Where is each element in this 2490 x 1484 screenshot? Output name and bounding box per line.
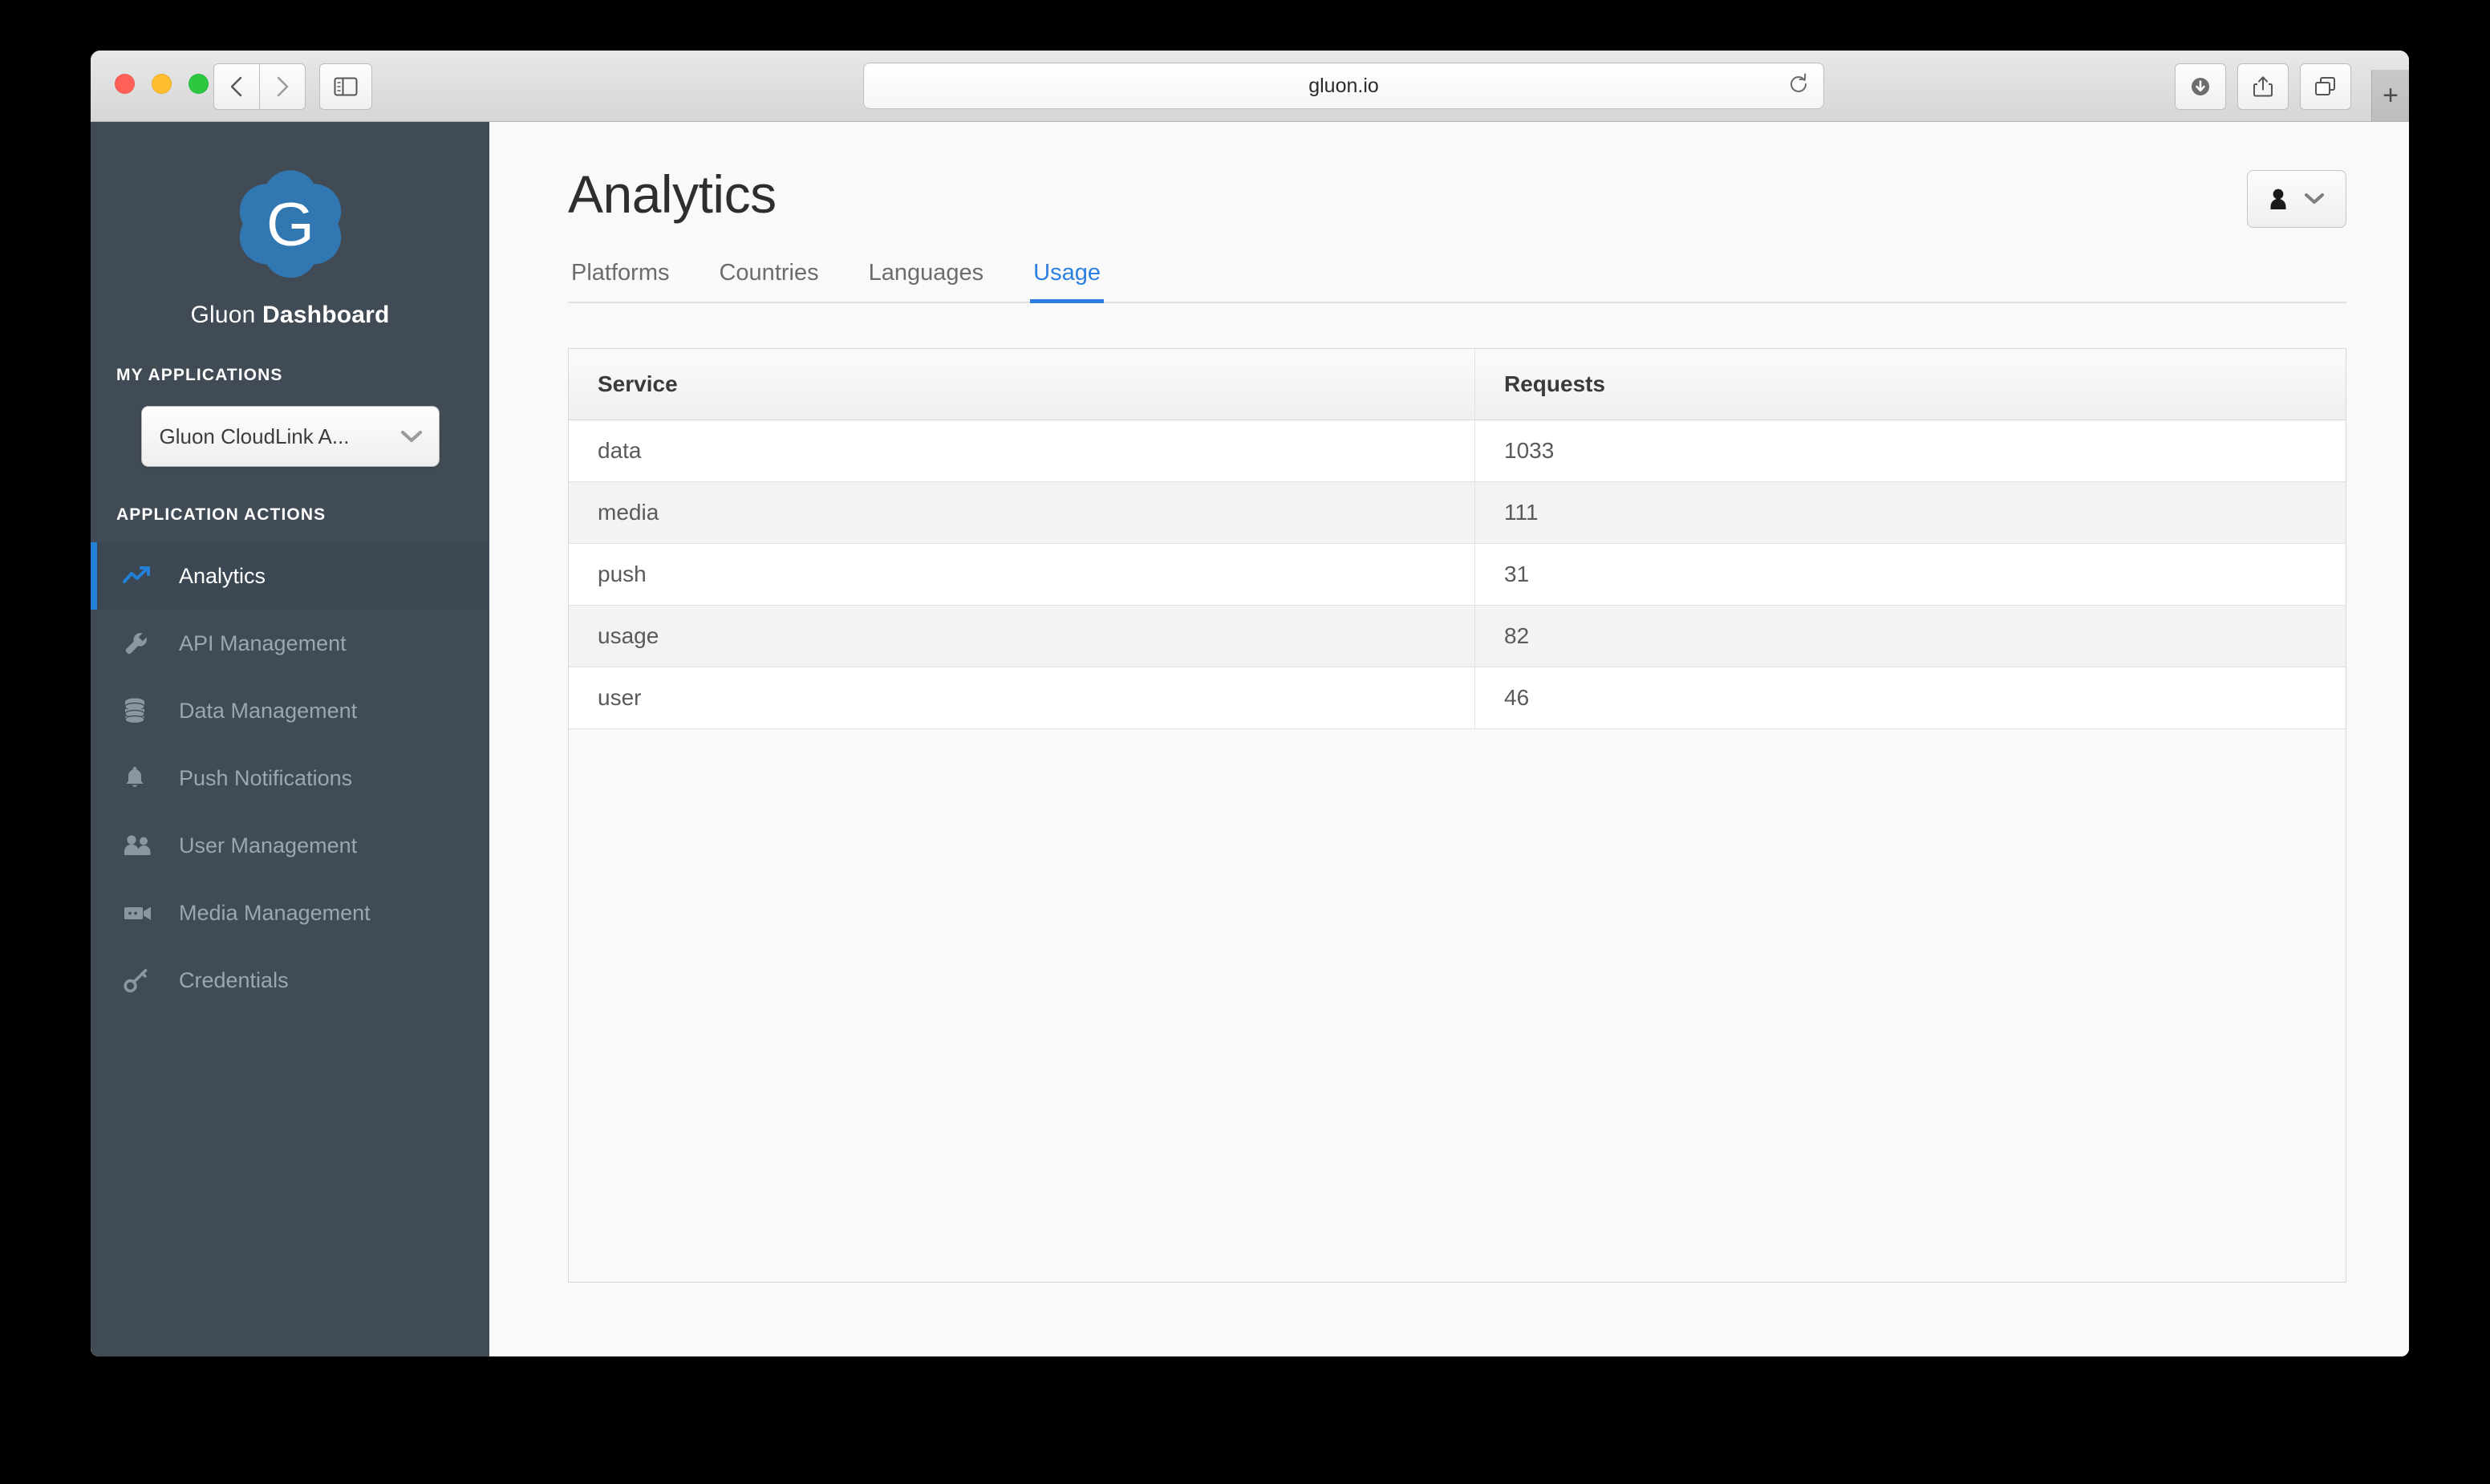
cell-service: user <box>569 667 1475 729</box>
reload-button[interactable] <box>1788 73 1809 99</box>
sidebar-item-label: Credentials <box>179 967 289 992</box>
sidebar-item-label: Analytics <box>179 563 266 588</box>
sidebar-toggle-wrapper <box>319 63 372 110</box>
key-icon <box>123 967 163 994</box>
downloads-button[interactable] <box>2175 63 2226 110</box>
cell-service: data <box>569 420 1475 482</box>
cell-requests: 111 <box>1474 481 2346 544</box>
table-row[interactable]: media 111 <box>569 481 2346 544</box>
gluon-logo: G <box>229 160 352 284</box>
sidebar-item-label: API Management <box>179 630 347 655</box>
application-select-value: Gluon CloudLink A... <box>159 424 350 448</box>
reload-icon <box>1790 73 1807 92</box>
downloads-icon <box>2192 78 2209 95</box>
brand-title-bold: Dashboard <box>262 302 390 328</box>
chevron-down-icon <box>400 430 422 443</box>
chevron-down-icon <box>2305 193 2324 204</box>
cell-requests: 1033 <box>1474 420 2346 482</box>
page-body: G Gluon Dashboard MY APPLICATIONS Gluon … <box>91 122 2409 1356</box>
column-header-service[interactable]: Service <box>569 349 1475 420</box>
cell-requests: 82 <box>1474 605 2346 667</box>
cell-service: push <box>569 543 1475 606</box>
tab-languages[interactable]: Languages <box>866 260 987 303</box>
usage-table-body: data 1033 media 111 push 31 usage 82 use… <box>569 420 2346 729</box>
chevron-left-icon <box>230 76 242 97</box>
analytics-tabs: Platforms Countries Languages Usage <box>568 260 2346 303</box>
table-row[interactable]: user 46 <box>569 667 2346 729</box>
navigation-buttons <box>213 63 306 110</box>
sidebar-toggle-icon <box>334 77 358 96</box>
sidebar-item-label: Data Management <box>179 698 358 723</box>
column-header-requests[interactable]: Requests <box>1474 349 2346 420</box>
user-icon <box>2270 189 2286 209</box>
sidebar-item-push-notifications[interactable]: Push Notifications <box>91 744 489 812</box>
cell-requests: 31 <box>1474 543 2346 606</box>
usage-table-container: Service Requests data 1033 media 111 pus… <box>568 348 2346 1283</box>
bell-icon <box>123 764 163 792</box>
wrench-icon <box>123 630 163 657</box>
usage-table-head: Service Requests <box>569 349 2346 420</box>
page-title: Analytics <box>568 164 777 224</box>
table-row[interactable]: push 31 <box>569 543 2346 606</box>
sidebar-item-credentials[interactable]: Credentials <box>91 947 489 1014</box>
window-controls <box>115 74 209 94</box>
close-window-button[interactable] <box>115 74 135 94</box>
zoom-window-button[interactable] <box>189 74 209 94</box>
brand-title-light: Gluon <box>190 302 256 328</box>
cell-service: media <box>569 481 1475 544</box>
sidebar-item-label: User Management <box>179 833 358 858</box>
sidebar-item-api-management[interactable]: API Management <box>91 610 489 677</box>
browser-window: gluon.io + G Gluon Dashboard MY APPLICAT… <box>91 51 2409 1356</box>
cell-service: usage <box>569 605 1475 667</box>
sidebar-nav: Analytics API Management Data Management… <box>91 542 489 1014</box>
sidebar-item-data-management[interactable]: Data Management <box>91 677 489 744</box>
brand-title: Gluon Dashboard <box>91 302 489 329</box>
gluon-logo-icon: G <box>239 170 341 278</box>
table-row[interactable]: usage 82 <box>569 605 2346 667</box>
chevron-right-icon <box>277 76 289 97</box>
cell-requests: 46 <box>1474 667 2346 729</box>
sidebar-item-media-management[interactable]: Media Management <box>91 879 489 947</box>
sidebar-item-analytics[interactable]: Analytics <box>91 542 489 610</box>
back-button[interactable] <box>213 63 260 110</box>
usage-table: Service Requests data 1033 media 111 pus… <box>569 349 2346 729</box>
user-menu-button[interactable] <box>2247 170 2346 228</box>
table-header-row: Service Requests <box>569 349 2346 420</box>
sidebar-item-label: Push Notifications <box>179 765 353 790</box>
trend-up-icon <box>123 564 163 588</box>
svg-text:G: G <box>266 190 314 259</box>
tab-usage[interactable]: Usage <box>1030 260 1104 303</box>
share-icon <box>2253 76 2273 97</box>
forward-button[interactable] <box>260 63 306 110</box>
application-select[interactable]: Gluon CloudLink A... <box>140 406 440 467</box>
my-applications-label: MY APPLICATIONS <box>116 366 283 384</box>
url-text: gluon.io <box>1308 74 1379 97</box>
application-actions-label: APPLICATION ACTIONS <box>116 505 326 524</box>
tab-platforms[interactable]: Platforms <box>568 260 672 303</box>
users-icon <box>123 833 163 858</box>
table-row[interactable]: data 1033 <box>569 420 2346 482</box>
sidebar: G Gluon Dashboard MY APPLICATIONS Gluon … <box>91 122 489 1356</box>
new-tab-button[interactable]: + <box>2371 70 2409 121</box>
video-icon <box>123 902 163 923</box>
brand-block: G Gluon Dashboard <box>91 122 489 329</box>
tab-countries[interactable]: Countries <box>716 260 821 303</box>
tab-overview-icon <box>2315 77 2335 95</box>
tab-overview-button[interactable] <box>2300 63 2351 110</box>
main-content: Analytics Platforms Countries Languages … <box>489 122 2409 1356</box>
share-button[interactable] <box>2237 63 2289 110</box>
browser-titlebar: gluon.io + <box>91 51 2409 122</box>
address-bar[interactable]: gluon.io <box>863 63 1824 109</box>
database-icon <box>123 697 163 724</box>
minimize-window-button[interactable] <box>152 74 172 94</box>
sidebar-toggle-button[interactable] <box>319 63 372 110</box>
browser-toolbar-right <box>2175 63 2351 110</box>
sidebar-item-user-management[interactable]: User Management <box>91 812 489 879</box>
sidebar-item-label: Media Management <box>179 900 371 925</box>
